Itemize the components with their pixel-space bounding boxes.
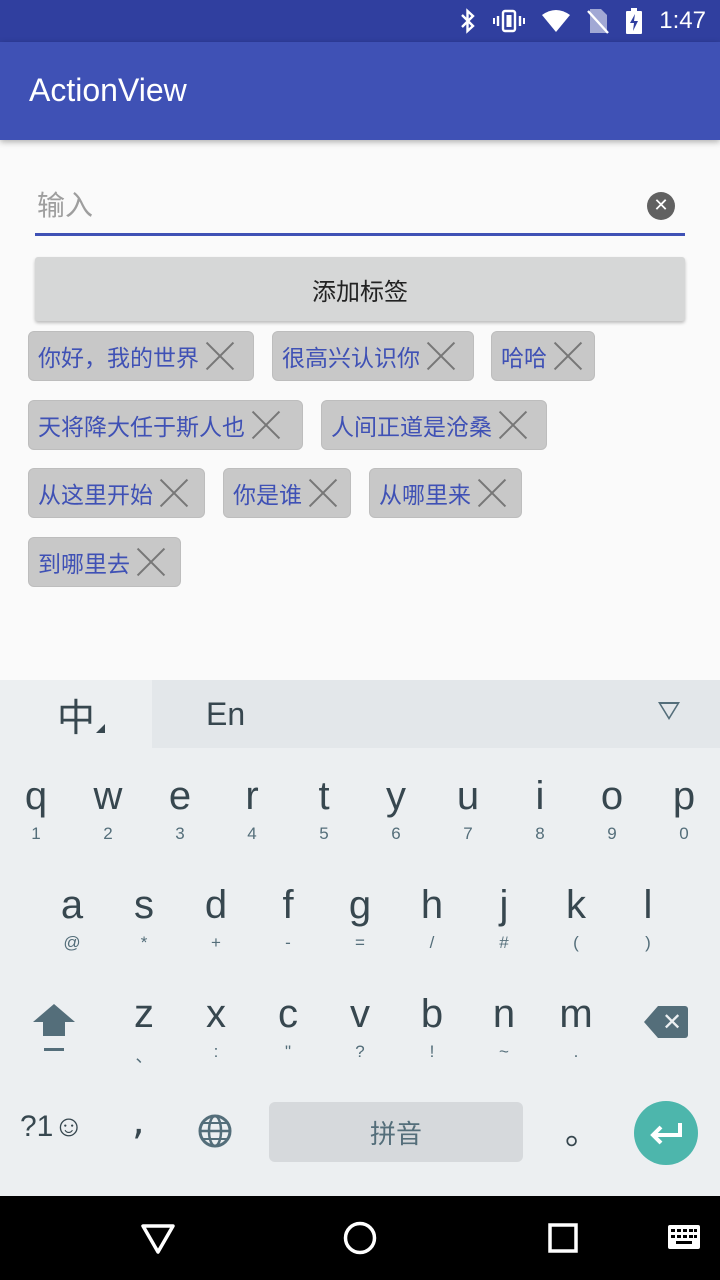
- comma-key[interactable]: ,: [132, 1098, 145, 1144]
- key-q[interactable]: q1: [0, 774, 72, 844]
- key-j[interactable]: j #: [468, 883, 540, 953]
- tag-chip[interactable]: 从哪里来: [369, 468, 522, 518]
- close-icon[interactable]: [477, 478, 507, 508]
- app-bar: ActionView: [0, 42, 720, 140]
- navigation-bar: [0, 1196, 720, 1280]
- key-a[interactable]: a @: [36, 883, 108, 953]
- tab-english[interactable]: En: [206, 696, 245, 733]
- battery-charging-icon: [626, 8, 643, 34]
- tag-label: 你是谁: [233, 483, 302, 509]
- home-icon[interactable]: [342, 1220, 378, 1256]
- key-c[interactable]: c ": [252, 992, 324, 1062]
- tag-chip[interactable]: 哈哈: [491, 331, 595, 381]
- tag-chip[interactable]: 天将降大任于斯人也: [28, 400, 303, 450]
- wifi-icon: [542, 10, 571, 32]
- close-icon[interactable]: [426, 341, 456, 371]
- vibrate-icon: [493, 9, 526, 33]
- tag-label: 天将降大任于斯人也: [38, 415, 245, 441]
- tag-label: 人间正道是沧桑: [331, 415, 492, 441]
- key-u[interactable]: u7: [432, 774, 504, 844]
- tag-chip[interactable]: 你是谁: [223, 468, 351, 518]
- tag-label: 从哪里来: [379, 483, 471, 509]
- corner-indicator-icon: [96, 724, 105, 733]
- key-g[interactable]: g =: [324, 883, 396, 953]
- soft-keyboard: 中 En q1 w2 e3 r4 t5 y6 u7 i8 o9 p0 a @ s *…: [0, 680, 720, 1196]
- key-n[interactable]: n ~: [468, 992, 540, 1062]
- globe-icon[interactable]: [197, 1113, 233, 1149]
- status-bar: 1:47: [0, 0, 720, 42]
- collapse-keyboard-icon[interactable]: [658, 702, 680, 720]
- keyboard-icon[interactable]: [667, 1224, 701, 1250]
- tag-chip[interactable]: 从这里开始: [28, 468, 205, 518]
- close-icon[interactable]: [136, 547, 166, 577]
- tag-input[interactable]: [35, 178, 635, 233]
- space-key[interactable]: 拼音: [269, 1102, 523, 1162]
- tag-label: 你好，我的世界: [38, 346, 199, 372]
- key-z[interactable]: z、: [108, 992, 180, 1067]
- close-icon[interactable]: [205, 341, 235, 371]
- tag-chip[interactable]: 人间正道是沧桑: [321, 400, 547, 450]
- screen: 1:47 ActionView ✕ 添加标签 你好，我的世界 很高兴认识你 哈哈…: [0, 0, 720, 1280]
- no-sim-icon: [587, 9, 610, 34]
- key-w[interactable]: w2: [72, 774, 144, 844]
- clear-icon[interactable]: ✕: [647, 192, 675, 220]
- enter-icon: [650, 1123, 682, 1145]
- key-p[interactable]: p0: [648, 774, 720, 844]
- tag-label: 到哪里去: [38, 552, 130, 578]
- close-icon[interactable]: [308, 478, 338, 508]
- close-icon[interactable]: [498, 410, 528, 440]
- tag-input-container: ✕: [35, 178, 685, 236]
- key-h[interactable]: h /: [396, 883, 468, 953]
- key-f[interactable]: f-: [252, 883, 324, 953]
- bluetooth-icon: [461, 8, 476, 34]
- back-icon[interactable]: [140, 1222, 176, 1256]
- key-s[interactable]: s *: [108, 883, 180, 953]
- key-i[interactable]: i8: [504, 774, 576, 844]
- key-v[interactable]: v?: [324, 992, 396, 1062]
- tag-chip[interactable]: 到哪里去: [28, 537, 181, 587]
- symbols-key[interactable]: ?1☺: [20, 1110, 84, 1144]
- tag-label: 从这里开始: [38, 483, 153, 509]
- tag-chip[interactable]: 你好，我的世界: [28, 331, 254, 381]
- tag-label: 很高兴认识你: [282, 346, 420, 372]
- key-e[interactable]: e3: [144, 774, 216, 844]
- app-title: ActionView: [29, 72, 187, 108]
- backspace-icon[interactable]: ✕: [644, 1006, 688, 1038]
- tag-label: 哈哈: [501, 346, 547, 372]
- status-time: 1:47: [659, 7, 706, 34]
- close-icon[interactable]: [159, 478, 189, 508]
- tag-chip[interactable]: 很高兴认识你: [272, 331, 474, 381]
- key-t[interactable]: t5: [288, 774, 360, 844]
- tab-chinese[interactable]: 中: [0, 680, 152, 748]
- key-y[interactable]: y6: [360, 774, 432, 844]
- key-m[interactable]: m.: [540, 992, 612, 1062]
- tab-chinese-label: 中: [56, 695, 95, 740]
- close-icon[interactable]: [251, 410, 281, 440]
- key-x[interactable]: x:: [180, 992, 252, 1062]
- add-tag-button[interactable]: 添加标签: [35, 257, 685, 321]
- shift-icon[interactable]: [30, 1002, 78, 1058]
- close-icon[interactable]: [553, 341, 583, 371]
- key-o[interactable]: o9: [576, 774, 648, 844]
- recents-icon[interactable]: [547, 1222, 579, 1254]
- key-b[interactable]: b!: [396, 992, 468, 1062]
- key-r[interactable]: r4: [216, 774, 288, 844]
- enter-key[interactable]: [634, 1101, 698, 1165]
- key-k[interactable]: k(: [540, 883, 612, 953]
- keyboard-toolbar: 中 En: [0, 680, 720, 748]
- key-l[interactable]: l): [612, 883, 684, 953]
- key-d[interactable]: d +: [180, 883, 252, 953]
- period-key[interactable]: 。: [565, 1105, 599, 1154]
